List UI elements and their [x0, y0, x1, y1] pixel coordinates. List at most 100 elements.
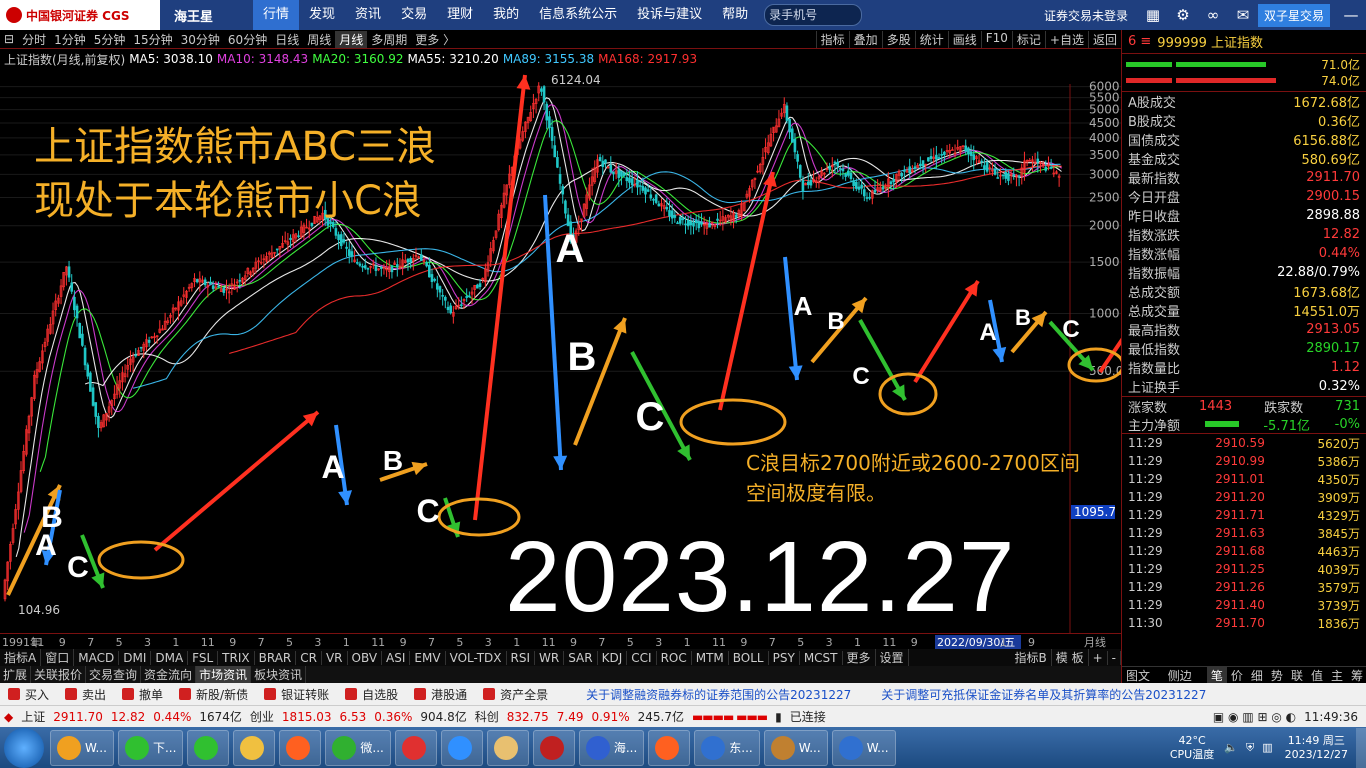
clock[interactable]: 11:49 周三 2023/12/27	[1285, 734, 1348, 762]
taskbar-app-5[interactable]: 微...	[325, 729, 391, 766]
period-day[interactable]: 日线	[271, 31, 303, 48]
period-menu-icon[interactable]: ⊟	[0, 32, 18, 46]
cancel-order-button[interactable]: 撤单	[114, 686, 171, 703]
side-tab-8[interactable]: 主	[1327, 667, 1347, 683]
indicator-tab-16[interactable]: SAR	[564, 650, 598, 665]
period-5min[interactable]: 5分钟	[90, 31, 130, 48]
minimize-icon[interactable]: —	[1336, 6, 1366, 24]
tool-mark[interactable]: 标记	[1011, 30, 1045, 48]
assets-button[interactable]: 资产全景	[475, 686, 556, 703]
start-button[interactable]	[4, 727, 44, 768]
phone-search-input[interactable]: 录手机号	[764, 4, 863, 26]
taskbar-app-12[interactable]: 东...	[694, 729, 760, 766]
indicator-tab-19[interactable]: ROC	[657, 650, 692, 665]
hk-connect-button[interactable]: 港股通	[406, 686, 475, 703]
side-tab-9[interactable]: 筹	[1347, 667, 1366, 683]
period-timeshare[interactable]: 分时	[18, 31, 50, 48]
nav-info-system[interactable]: 信息系统公示	[529, 0, 627, 30]
watchlist-button[interactable]: 自选股	[337, 686, 406, 703]
indicator-tab-10[interactable]: OBV	[348, 650, 383, 665]
side-tab-6[interactable]: 联	[1287, 667, 1307, 683]
nav-quotes[interactable]: 行情	[253, 0, 300, 30]
status-icons[interactable]: ▣ ◉ ▥ ⊞ ◎ ◐	[1213, 710, 1296, 724]
bottom-tab-1[interactable]: 关联报价	[31, 666, 87, 683]
tool-stats[interactable]: 统计	[914, 30, 948, 48]
volume-icon[interactable]: 🔈	[1224, 741, 1238, 754]
period-week[interactable]: 周线	[303, 31, 335, 48]
indicator-tab-9[interactable]: VR	[322, 650, 348, 665]
account-button[interactable]: 双子星交易	[1257, 3, 1330, 27]
taskbar-app-6[interactable]	[394, 729, 437, 766]
show-desktop-button[interactable]	[1356, 727, 1366, 768]
login-status[interactable]: 证券交易未登录	[1044, 7, 1128, 24]
nav-news[interactable]: 资讯	[345, 0, 391, 30]
grid-icon[interactable]: ▦	[1138, 6, 1168, 24]
side-tab-5[interactable]: 势	[1267, 667, 1287, 683]
indicator-tab-12[interactable]: EMV	[410, 650, 446, 665]
indicator-tab-21[interactable]: BOLL	[729, 650, 769, 665]
tool-draw[interactable]: 画线	[947, 30, 981, 48]
period-1min[interactable]: 1分钟	[50, 31, 90, 48]
nav-mine[interactable]: 我的	[483, 0, 529, 30]
taskbar-app-2[interactable]	[187, 729, 230, 766]
taskbar-app-7[interactable]	[440, 729, 483, 766]
side-tab-0[interactable]: 图文F10	[1122, 667, 1164, 698]
side-tab-7[interactable]: 值	[1307, 667, 1327, 683]
indicator-tab-0[interactable]: 指标A	[0, 649, 42, 666]
indicator-tab-22[interactable]: PSY	[769, 650, 800, 665]
taskbar-app-13[interactable]: W...	[763, 729, 828, 766]
tool-add-watch[interactable]: +自选	[1044, 30, 1088, 48]
period-multi[interactable]: 多周期	[367, 31, 411, 48]
indicator-tab-3[interactable]: DMI	[119, 650, 152, 665]
tool-back[interactable]: 返回	[1087, 30, 1121, 48]
tool-f10[interactable]: F10	[980, 30, 1012, 48]
indicator-tab-14[interactable]: RSI	[507, 650, 536, 665]
bottom-tab-0[interactable]: 扩展	[0, 666, 32, 683]
nav-discover[interactable]: 发现	[299, 0, 345, 30]
nav-complaints[interactable]: 投诉与建议	[627, 0, 712, 30]
indicator-tab-5[interactable]: FSL	[188, 650, 219, 665]
side-tab-4[interactable]: 细	[1247, 667, 1267, 683]
indicator-tab-2[interactable]: MACD	[74, 650, 120, 665]
bottom-tab-5[interactable]: 板块资讯	[251, 666, 307, 683]
taskbar-app-14[interactable]: W...	[831, 729, 896, 766]
indicator-tab-17[interactable]: KDJ	[598, 650, 628, 665]
network-icon[interactable]: ▥	[1262, 741, 1272, 754]
taskbar-app-11[interactable]	[648, 729, 691, 766]
sell-button[interactable]: 卖出	[57, 686, 114, 703]
nav-help[interactable]: 帮助	[712, 0, 758, 30]
news-link-1[interactable]: 关于调整融资融券标的证券范围的公告20231227	[586, 686, 851, 703]
period-month[interactable]: 月线	[335, 30, 368, 48]
bottom-tab-4[interactable]: 市场资讯	[196, 666, 252, 683]
bottom-tab-2[interactable]: 交易查询	[86, 666, 142, 683]
gear-icon[interactable]: ⚙	[1168, 6, 1198, 24]
indicator-tab-11[interactable]: ASI	[382, 650, 411, 665]
tool-overlay[interactable]: 叠加	[848, 30, 882, 48]
indicator-tab-15[interactable]: WR	[535, 650, 565, 665]
indicator-tab-27[interactable]: 模 板	[1052, 649, 1089, 666]
message-icon[interactable]: ✉	[1228, 6, 1258, 24]
indicator-tab-6[interactable]: TRIX	[218, 650, 255, 665]
tool-indicator[interactable]: 指标	[815, 30, 849, 48]
indicator-tab-23[interactable]: MCST	[800, 650, 843, 665]
taskbar-app-10[interactable]: 海...	[578, 729, 645, 766]
side-tab-2[interactable]: 笔	[1206, 667, 1227, 683]
taskbar-app-1[interactable]: 下...	[117, 729, 184, 766]
nav-trade[interactable]: 交易	[391, 0, 437, 30]
period-more[interactable]: 更多 〉	[411, 31, 459, 48]
period-15min[interactable]: 15分钟	[129, 31, 176, 48]
taskbar-app-0[interactable]: W...	[50, 729, 114, 766]
indicator-tab-13[interactable]: VOL-TDX	[446, 650, 507, 665]
indicator-tab-28[interactable]: +	[1089, 650, 1108, 665]
news-link-2[interactable]: 关于调整可充抵保证金证券名单及其折算率的公告20231227	[881, 686, 1206, 703]
ipo-button[interactable]: 新股/新债	[171, 686, 256, 703]
indicator-tab-8[interactable]: CR	[296, 650, 322, 665]
indicator-tab-4[interactable]: DMA	[151, 650, 189, 665]
transfer-button[interactable]: 银证转账	[256, 686, 337, 703]
taskbar-app-4[interactable]	[279, 729, 322, 766]
indicator-tab-24[interactable]: 更多	[843, 649, 876, 666]
period-30min[interactable]: 30分钟	[177, 31, 224, 48]
tool-multistock[interactable]: 多股	[881, 30, 915, 48]
taskbar-app-3[interactable]	[233, 729, 276, 766]
buy-button[interactable]: 买入	[0, 686, 57, 703]
